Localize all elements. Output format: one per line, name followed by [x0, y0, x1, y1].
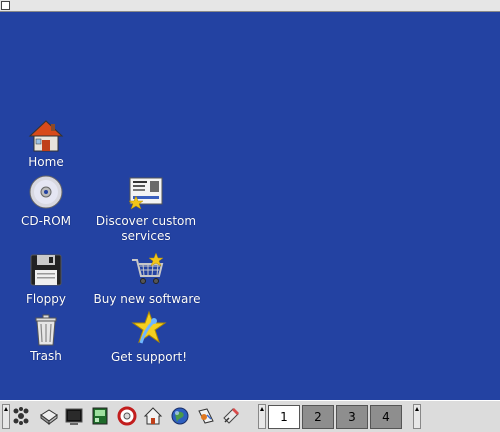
desktop-icon-label: Home [28, 155, 64, 169]
desktop-icon-get-support[interactable]: Get support! [104, 310, 194, 366]
trash-icon [35, 314, 57, 346]
panel-hide-handle[interactable] [1, 1, 10, 10]
desktop-icon-cdrom[interactable]: CD-ROM [16, 174, 76, 228]
terminal-icon [65, 408, 83, 425]
desktop-icon-label: Buy new software [93, 292, 201, 306]
desktop-icon-trash[interactable]: Trash [16, 312, 76, 364]
desktop-icon-label: CD-ROM [20, 214, 72, 228]
home-icon [28, 120, 64, 152]
desktop-icon-buy-software[interactable]: Buy new software [92, 252, 202, 308]
email-launcher[interactable] [38, 405, 60, 427]
help-launcher[interactable] [116, 405, 138, 427]
system-monitor-icon [92, 407, 108, 425]
pager-left-handle[interactable] [258, 404, 266, 429]
cart-icon [132, 252, 164, 284]
office-icon [198, 408, 214, 424]
help-lifebuoy-icon [117, 406, 137, 426]
main-menu-icon [13, 407, 29, 425]
main-menu-button[interactable] [10, 405, 32, 427]
text-editor-launcher[interactable] [220, 405, 242, 427]
workspace-3[interactable]: 3 [336, 405, 368, 429]
web-browser-icon [171, 407, 189, 425]
desktop-icon-label: Get support! [110, 350, 188, 364]
desktop-icon-discover-services[interactable]: Discover custom services [92, 174, 200, 243]
desktop-icon-label-line1: Discover custom [95, 214, 197, 228]
workspace-2[interactable]: 2 [302, 405, 334, 429]
support-icon [131, 310, 167, 344]
terminal-launcher[interactable] [63, 405, 85, 427]
desktop-icon-label: Trash [30, 349, 62, 363]
workspace-4[interactable]: 4 [370, 405, 402, 429]
web-browser-launcher[interactable] [169, 405, 191, 427]
floppy-icon [30, 254, 62, 286]
email-icon [40, 409, 58, 425]
desktop-icon-home[interactable]: Home [16, 118, 76, 170]
cdrom-icon [29, 175, 63, 209]
home-folder-launcher[interactable] [142, 405, 164, 427]
desktop: Home CD-ROM Discover custom services Flo… [0, 12, 500, 400]
tasklist-handle[interactable] [413, 404, 421, 429]
text-editor-icon [223, 408, 239, 424]
services-icon [128, 177, 163, 210]
bottom-panel: 1 2 3 4 [0, 400, 500, 432]
workspace-1[interactable]: 1 [268, 405, 300, 429]
desktop-icon-floppy[interactable]: Floppy [16, 252, 76, 308]
desktop-icon-label: Floppy [26, 292, 66, 306]
office-launcher[interactable] [195, 405, 217, 427]
panel-hide-left-arrow[interactable] [2, 404, 10, 429]
top-panel-strip [0, 0, 500, 12]
desktop-icon-label-line2: services [121, 229, 171, 243]
system-monitor-launcher[interactable] [89, 405, 111, 427]
home-folder-icon [143, 407, 163, 425]
